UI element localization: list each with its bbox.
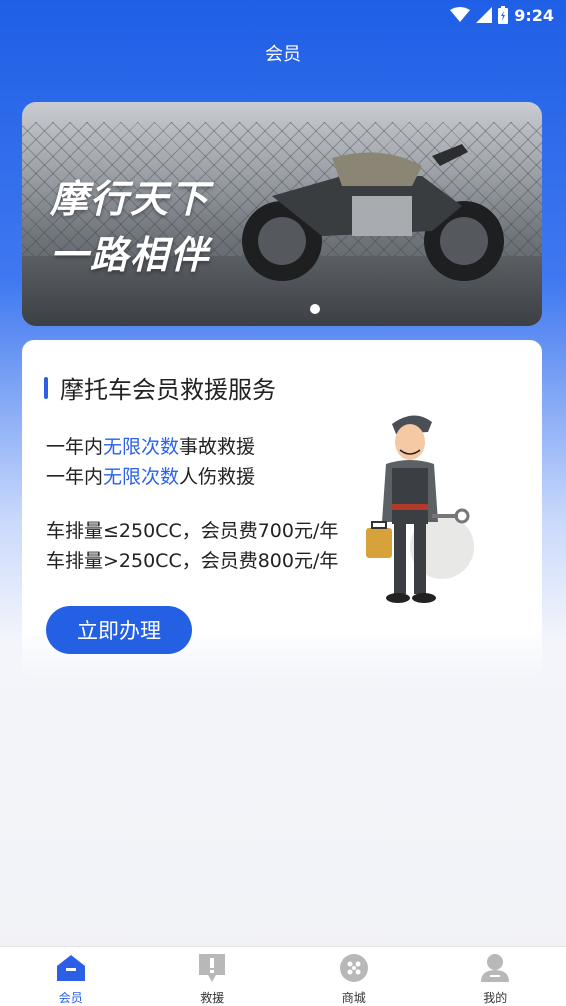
bottom-tab-bar: 会员 救援 商城 我的	[0, 946, 566, 1006]
benefit-suffix: 人伤救援	[179, 466, 256, 488]
signal-icon	[476, 7, 493, 23]
tab-label: 商城	[341, 991, 366, 1005]
member-home-icon	[56, 953, 86, 983]
banner-slogan-line2: 一路相伴	[50, 233, 211, 277]
wifi-icon	[450, 7, 471, 23]
tab-label: 会员	[58, 991, 83, 1005]
price-line-large: 车排量>250CC，会员费800元/年	[46, 550, 339, 572]
benefit-highlight: 无限次数	[103, 466, 180, 488]
benefit-line-accident: 一年内无限次数事故救援	[46, 432, 255, 459]
apply-now-button[interactable]: 立即办理	[46, 606, 192, 654]
page-title: 会员	[265, 44, 301, 65]
status-bar: 9:24	[0, 0, 566, 30]
carousel-indicator-dot[interactable]	[310, 304, 320, 314]
tab-profile[interactable]: 我的	[425, 947, 566, 1006]
tab-member[interactable]: 会员	[0, 947, 142, 1006]
tab-label: 我的	[483, 991, 508, 1005]
tab-mall[interactable]: 商城	[283, 947, 425, 1006]
benefit-highlight: 无限次数	[103, 436, 180, 458]
title-accent-bar	[44, 376, 48, 399]
benefit-suffix: 事故救援	[179, 436, 256, 458]
card-title-group: 摩托车会员救援服务	[44, 370, 276, 405]
promo-banner[interactable]: 摩行天下 一路相伴	[22, 102, 542, 326]
motorcycle-image	[242, 144, 504, 281]
benefit-prefix: 一年内	[46, 436, 104, 458]
service-card: 摩托车会员救援服务 一年内无限次数事故救援 一年内无限次数人伤救援 车排量≤25…	[22, 340, 542, 680]
mechanic-illustration	[366, 415, 474, 603]
rescue-alert-icon	[197, 953, 227, 983]
price-line-small: 车排量≤250CC，会员费700元/年	[46, 520, 339, 542]
status-time: 9:24	[514, 5, 554, 25]
benefit-line-injury: 一年内无限次数人伤救援	[46, 462, 255, 489]
tab-label: 救援	[200, 991, 225, 1005]
card-title: 摩托车会员救援服务	[60, 376, 276, 404]
banner-slogan-line1: 摩行天下	[50, 177, 211, 221]
benefit-prefix: 一年内	[46, 466, 104, 488]
battery-icon	[498, 6, 509, 24]
tab-rescue[interactable]: 救援	[142, 947, 284, 1006]
mall-icon	[339, 953, 369, 983]
profile-icon	[480, 953, 510, 983]
